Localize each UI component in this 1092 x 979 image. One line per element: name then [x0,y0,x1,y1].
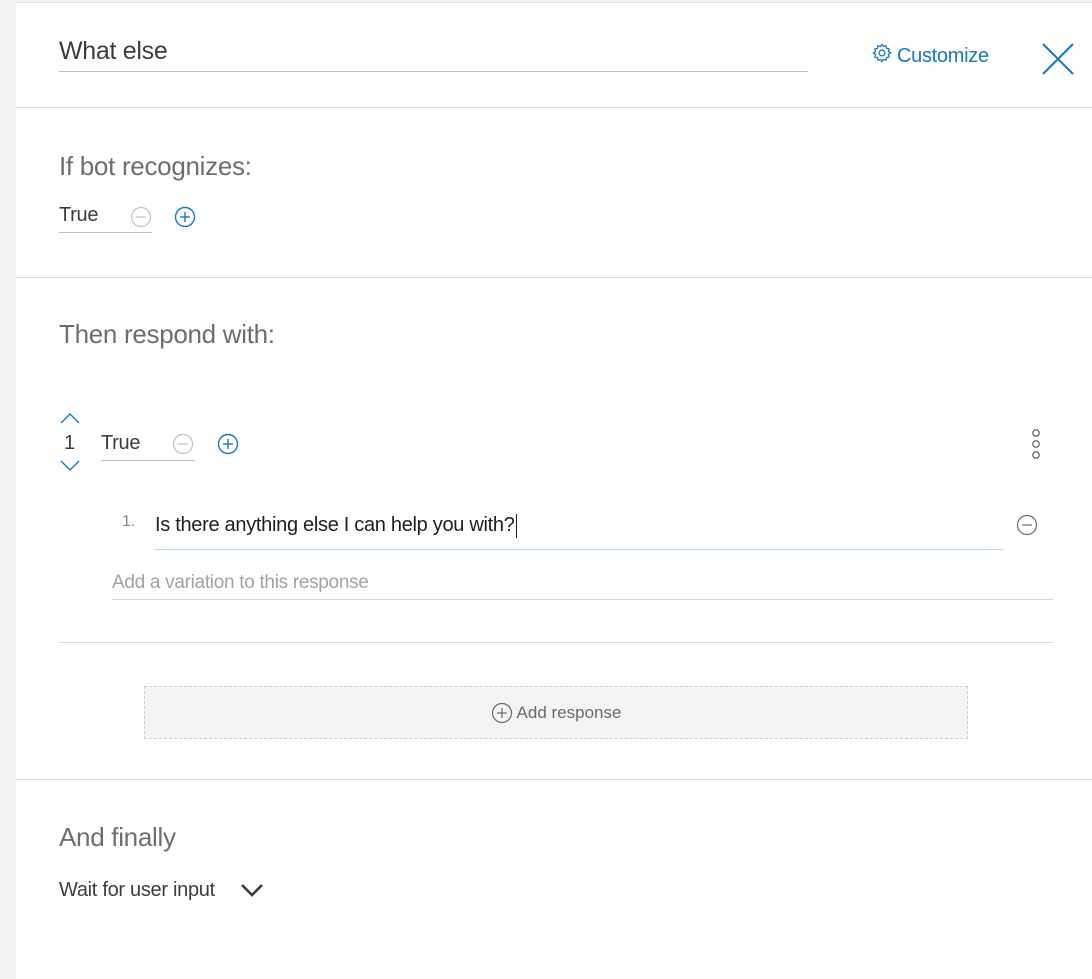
customize-button[interactable]: Customize [871,41,989,71]
plus-circle-icon [174,206,196,228]
move-down-button[interactable] [59,459,81,473]
close-icon [1042,43,1074,75]
minus-circle-icon [1016,514,1038,536]
move-up-button[interactable] [59,411,81,425]
add-response-label: Add response [516,702,622,722]
response-condition-value: True [101,432,141,454]
response-divider [59,642,1053,643]
divider [16,277,1092,278]
gear-icon [871,42,893,70]
condition-heading: If bot recognizes: [59,151,252,181]
condition-value: True [59,204,99,226]
chevron-up-icon [60,413,80,424]
add-variation-input[interactable]: Add a variation to this response [112,566,1053,600]
node-editor-panel: What else Customize If bot recognizes: T… [16,2,1092,979]
response-options-button[interactable] [1026,427,1046,463]
add-condition-button[interactable] [174,206,196,228]
add-response-button[interactable]: Add response [144,686,968,739]
add-response-condition-button[interactable] [217,433,239,455]
plus-circle-icon [217,433,239,455]
response-index: 1 [64,432,76,454]
divider [16,107,1092,108]
remove-response-condition-button[interactable] [172,433,194,455]
variation-text: Is there anything else I can help you wi… [155,514,515,536]
customize-label: Customize [897,44,989,67]
remove-variation-button[interactable] [1016,514,1038,536]
minus-circle-icon [130,206,152,228]
finally-action-value: Wait for user input [59,878,215,901]
plus-circle-icon [491,702,512,723]
chevron-down-icon [240,884,263,897]
chevron-down-icon [60,460,80,471]
response-heading: Then respond with: [59,319,275,349]
minus-circle-icon [172,433,194,455]
finally-heading: And finally [59,822,176,852]
variation-number: 1. [122,513,136,530]
text-cursor [515,513,517,538]
divider [16,779,1092,780]
remove-condition-button[interactable] [130,206,152,228]
node-title-input[interactable]: What else [59,31,808,72]
variation-text-input[interactable]: Is there anything else I can help you wi… [155,506,1003,550]
finally-action-select[interactable]: Wait for user input [59,875,265,905]
kebab-menu-icon [1032,429,1040,459]
close-button[interactable] [1038,39,1078,79]
